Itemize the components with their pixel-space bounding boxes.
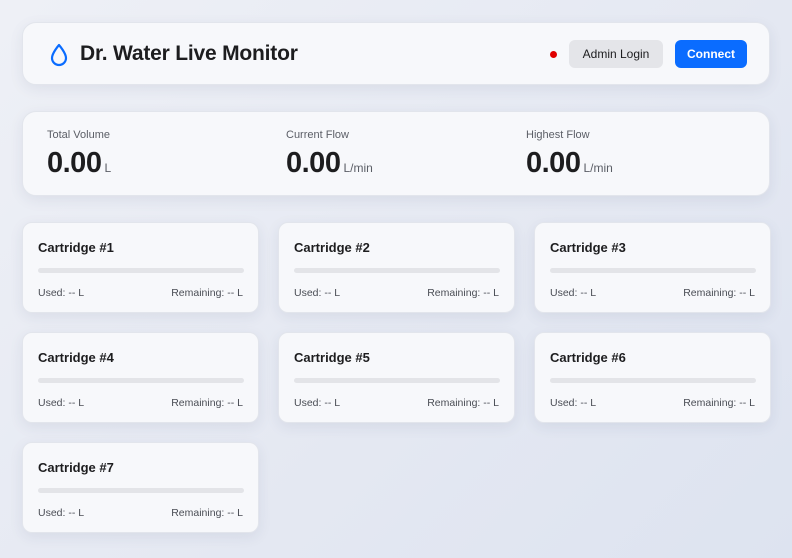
cartridge-used: Used: -- L — [550, 287, 597, 299]
cartridge-used: Used: -- L — [38, 507, 85, 519]
cartridge-usage-bar — [38, 378, 244, 383]
water-drop-icon — [50, 43, 68, 67]
header-bar: Dr. Water Live Monitor Admin Login Conne… — [22, 22, 770, 85]
cartridge-card-6: Cartridge #6 Used: -- L Remaining: -- L — [534, 332, 771, 423]
cartridge-title: Cartridge #5 — [294, 350, 370, 365]
stat-current-flow: Current Flow 0.00 L/min — [286, 129, 373, 180]
app-title: Dr. Water Live Monitor — [80, 42, 298, 65]
stat-label: Current Flow — [286, 129, 349, 141]
admin-login-button[interactable]: Admin Login — [569, 40, 663, 68]
cartridge-usage-bar — [294, 378, 500, 383]
cartridge-card-4: Cartridge #4 Used: -- L Remaining: -- L — [22, 332, 259, 423]
cartridge-remaining: Remaining: -- L — [171, 287, 243, 299]
stat-unit: L/min — [343, 161, 373, 175]
stat-label: Total Volume — [47, 129, 110, 141]
stat-unit: L/min — [583, 161, 613, 175]
cartridge-remaining: Remaining: -- L — [171, 397, 243, 409]
cartridge-remaining: Remaining: -- L — [427, 287, 499, 299]
stat-highest-flow: Highest Flow 0.00 L/min — [526, 129, 613, 180]
cartridge-card-3: Cartridge #3 Used: -- L Remaining: -- L — [534, 222, 771, 313]
cartridge-remaining: Remaining: -- L — [171, 507, 243, 519]
cartridge-used: Used: -- L — [294, 287, 341, 299]
connection-status-indicator — [550, 51, 557, 58]
stat-total-volume: Total Volume 0.00 L — [47, 129, 111, 180]
cartridge-used: Used: -- L — [294, 397, 341, 409]
cartridge-remaining: Remaining: -- L — [427, 397, 499, 409]
cartridge-usage-bar — [294, 268, 500, 273]
cartridge-usage-bar — [38, 268, 244, 273]
stat-value: 0.00 — [47, 147, 102, 179]
cartridge-title: Cartridge #6 — [550, 350, 626, 365]
cartridge-title: Cartridge #4 — [38, 350, 114, 365]
cartridge-remaining: Remaining: -- L — [683, 287, 755, 299]
cartridge-used: Used: -- L — [38, 397, 85, 409]
cartridge-used: Used: -- L — [38, 287, 85, 299]
cartridge-title: Cartridge #1 — [38, 240, 114, 255]
cartridge-remaining: Remaining: -- L — [683, 397, 755, 409]
stats-panel: Total Volume 0.00 L Current Flow 0.00 L/mi… — [22, 111, 770, 196]
stat-label: Highest Flow — [526, 129, 590, 141]
cartridge-usage-bar — [550, 268, 756, 273]
cartridge-title: Cartridge #7 — [38, 460, 114, 475]
stat-value: 0.00 — [526, 147, 581, 179]
connect-button[interactable]: Connect — [675, 40, 747, 68]
cartridge-card-2: Cartridge #2 Used: -- L Remaining: -- L — [278, 222, 515, 313]
cartridge-usage-bar — [550, 378, 756, 383]
cartridge-card-5: Cartridge #5 Used: -- L Remaining: -- L — [278, 332, 515, 423]
cartridge-title: Cartridge #3 — [550, 240, 626, 255]
cartridge-used: Used: -- L — [550, 397, 597, 409]
cartridge-card-1: Cartridge #1 Used: -- L Remaining: -- L — [22, 222, 259, 313]
stat-value: 0.00 — [286, 147, 341, 179]
cartridge-card-7: Cartridge #7 Used: -- L Remaining: -- L — [22, 442, 259, 533]
cartridge-title: Cartridge #2 — [294, 240, 370, 255]
stat-unit: L — [104, 161, 112, 175]
cartridge-usage-bar — [38, 488, 244, 493]
